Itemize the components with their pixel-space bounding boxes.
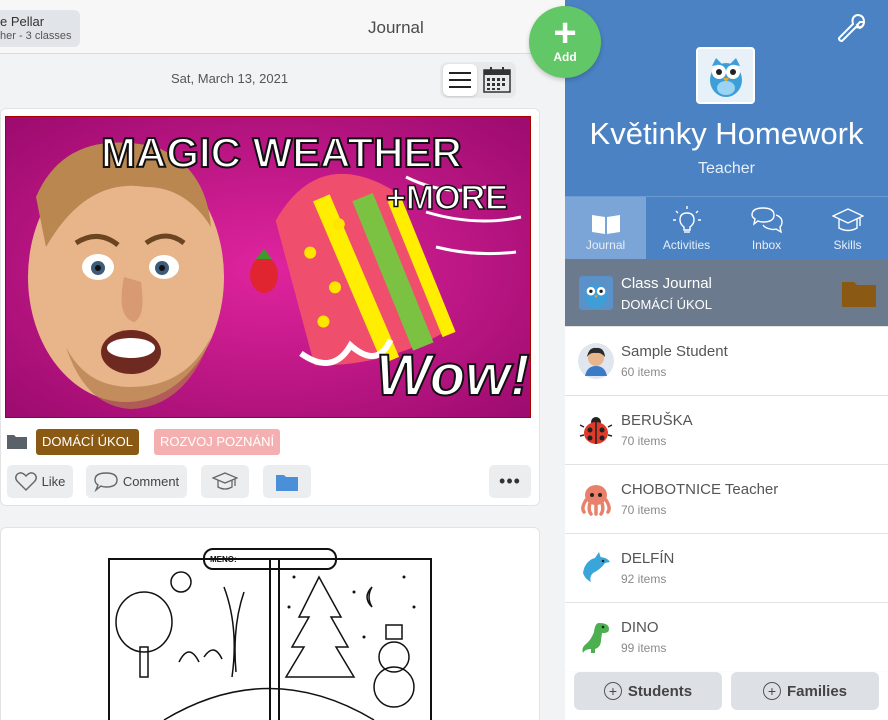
- tab-skills-label: Skills: [833, 238, 862, 252]
- comment-label: Comment: [122, 474, 180, 489]
- dinosaur-icon: [577, 618, 615, 656]
- class-sidebar: Květinky Homework Teacher Journal Activi…: [565, 0, 888, 720]
- class-header: Květinky Homework Teacher: [565, 0, 888, 196]
- class-journal-row[interactable]: Class Journal DOMÁCÍ ÚKOL: [565, 259, 888, 327]
- student-name: DELFÍN: [621, 550, 675, 567]
- top-nav-bar: e Pellar her - 3 classes Journal: [0, 0, 565, 54]
- chat-icon: [750, 207, 783, 234]
- plus-circle-icon: +: [762, 682, 781, 700]
- journal-date: Sat, March 13, 2021: [171, 71, 289, 86]
- image-wow-text: Wow!: [376, 343, 530, 408]
- list-view-button[interactable]: [443, 64, 477, 96]
- magic-weather-thumbnail: MAGIC WEATHER +MORE Wow!: [6, 117, 530, 417]
- plus-icon: +: [553, 11, 577, 55]
- class-avatar: [696, 47, 755, 104]
- heart-icon: [14, 472, 37, 491]
- student-item-count: 60 items: [621, 365, 667, 379]
- skill-button[interactable]: [201, 465, 249, 498]
- lightbulb-icon: [672, 206, 701, 233]
- tag-domaci-ukol[interactable]: DOMÁCÍ ÚKOL: [36, 429, 140, 455]
- student-row[interactable]: DELFÍN 92 items: [565, 534, 888, 603]
- user-name: e Pellar: [0, 14, 45, 29]
- add-button[interactable]: + Add: [529, 6, 601, 78]
- octopus-icon: [577, 480, 615, 518]
- coloring-worksheet-image[interactable]: MENO:: [104, 547, 440, 720]
- speech-bubble-icon: [94, 471, 118, 492]
- user-role: her - 3 classes: [0, 30, 72, 42]
- page-title: Journal: [368, 18, 424, 37]
- folder-icon: [7, 435, 27, 449]
- student-row[interactable]: CHOBOTNICE Teacher 70 items: [565, 465, 888, 534]
- student-name: Sample Student: [621, 343, 728, 360]
- image-title-line2: +MORE: [386, 179, 508, 217]
- calendar-icon: [483, 67, 511, 93]
- student-item-count: 99 items: [621, 641, 667, 655]
- add-label: Add: [553, 50, 577, 64]
- add-students-button[interactable]: + Students: [574, 672, 722, 710]
- owl-icon: [577, 274, 615, 312]
- student-name: DINO: [621, 619, 659, 636]
- student-row[interactable]: BERUŠKA 70 items: [565, 396, 888, 465]
- student-item-count: 70 items: [621, 503, 667, 517]
- tab-activities-label: Activities: [662, 238, 711, 252]
- bottom-action-bar: + Students + Families: [565, 662, 888, 720]
- folder-button[interactable]: [263, 465, 311, 498]
- graduation-cap-icon: [831, 208, 864, 232]
- class-role: Teacher: [698, 160, 755, 177]
- journal-post-card: MAGIC WEATHER +MORE Wow! DOMÁCÍ ÚKOL ROZ…: [0, 108, 540, 506]
- folder-icon: [276, 474, 298, 491]
- post-image[interactable]: MAGIC WEATHER +MORE Wow!: [5, 116, 531, 418]
- calendar-view-button[interactable]: [480, 64, 514, 96]
- graduation-cap-icon: [212, 471, 238, 490]
- image-title-line1: MAGIC WEATHER: [101, 129, 462, 176]
- student-name: CHOBOTNICE Teacher: [621, 481, 779, 498]
- ladybug-icon: [577, 411, 615, 449]
- class-journal-title: Class Journal: [621, 275, 712, 292]
- book-icon: [591, 215, 620, 234]
- list-icon: [449, 72, 471, 88]
- tab-activities[interactable]: Activities: [646, 197, 727, 260]
- tab-inbox[interactable]: Inbox: [726, 197, 807, 260]
- folder-icon[interactable]: [842, 279, 876, 307]
- like-button[interactable]: Like: [7, 465, 73, 498]
- student-row[interactable]: Sample Student 60 items: [565, 327, 888, 396]
- more-options-button[interactable]: •••: [489, 465, 531, 498]
- class-tabs: Journal Activities Inbox Skills: [565, 196, 888, 260]
- like-label: Like: [41, 474, 66, 489]
- comment-button[interactable]: Comment: [86, 465, 187, 498]
- add-families-label: Families: [786, 682, 848, 700]
- wrench-icon[interactable]: [835, 12, 867, 44]
- dolphin-icon: [577, 549, 615, 587]
- class-journal-subtitle: DOMÁCÍ ÚKOL: [621, 297, 713, 312]
- tab-skills[interactable]: Skills: [807, 197, 888, 260]
- student-item-count: 92 items: [621, 572, 667, 586]
- student-avatar-icon: [577, 342, 615, 380]
- tab-inbox-label: Inbox: [751, 238, 782, 252]
- tab-journal[interactable]: Journal: [565, 197, 646, 260]
- add-families-button[interactable]: + Families: [731, 672, 879, 710]
- user-switcher[interactable]: e Pellar her - 3 classes: [0, 10, 80, 47]
- tab-journal-label: Journal: [585, 238, 626, 252]
- add-students-label: Students: [627, 682, 693, 700]
- class-name: Květinky Homework: [589, 116, 864, 151]
- tag-rozvoj-poznani[interactable]: ROZVOJ POZNÁNÍ: [154, 429, 281, 455]
- plus-circle-icon: +: [603, 682, 622, 700]
- journal-pane: e Pellar her - 3 classes Journal Sat, Ma…: [0, 0, 565, 720]
- student-item-count: 70 items: [621, 434, 667, 448]
- student-name: BERUŠKA: [621, 412, 693, 429]
- owl-icon: [709, 57, 742, 97]
